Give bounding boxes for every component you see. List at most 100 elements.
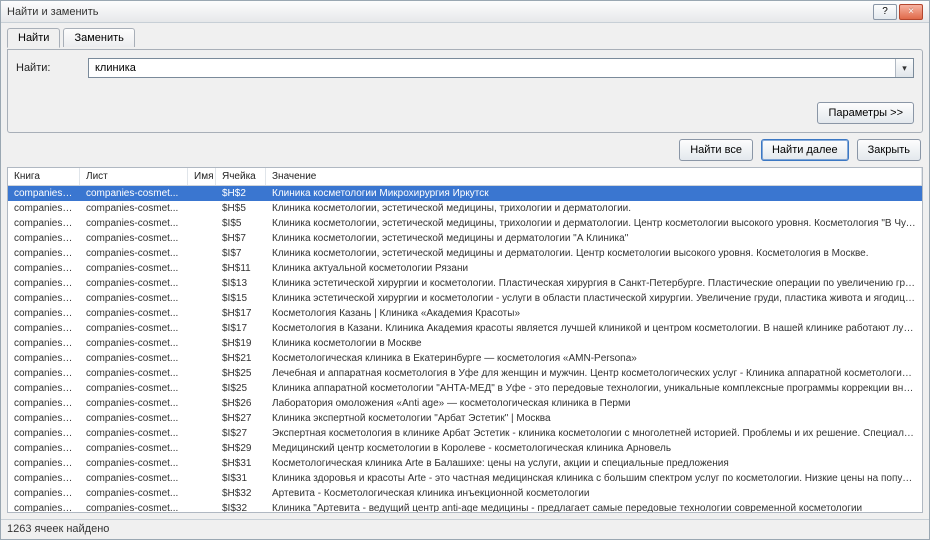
cell-name <box>188 246 216 261</box>
cell-ref: $I$15 <box>216 291 266 306</box>
table-row[interactable]: companies-...companies-cosmet...$I$25Кли… <box>8 381 922 396</box>
cell-sheet: companies-cosmet... <box>80 231 188 246</box>
cell-book: companies-... <box>8 471 80 486</box>
cell-ref: $I$7 <box>216 246 266 261</box>
cell-book: companies-... <box>8 486 80 501</box>
cell-book: companies-... <box>8 441 80 456</box>
cell-book: companies-... <box>8 381 80 396</box>
cell-name <box>188 291 216 306</box>
table-row[interactable]: companies-...companies-cosmet... $H$7Клин… <box>8 231 922 246</box>
col-cell[interactable]: Ячейка <box>216 168 266 185</box>
cell-name <box>188 336 216 351</box>
cell-book: companies-... <box>8 366 80 381</box>
results-body[interactable]: companies-...companies-cosmet...$H$2Клин… <box>8 186 922 512</box>
table-row[interactable]: companies-...companies-cosmet...$H$21Кос… <box>8 351 922 366</box>
cell-value: Клиника эстетической хирургии и косметол… <box>266 276 922 291</box>
search-input[interactable] <box>88 58 914 78</box>
cell-name <box>188 306 216 321</box>
cell-value: Клиника косметологии Микрохирургия Иркут… <box>266 186 922 201</box>
cell-name <box>188 396 216 411</box>
table-row[interactable]: companies-...companies-cosmet...$H$25Леч… <box>8 366 922 381</box>
window-controls: ? × <box>873 4 923 20</box>
table-row[interactable]: companies-...companies-cosmet...$I$17Кос… <box>8 321 922 336</box>
cell-book: companies-... <box>8 426 80 441</box>
cell-book: companies-... <box>8 501 80 512</box>
cell-ref: $H$17 <box>216 306 266 321</box>
cell-name <box>188 426 216 441</box>
cell-value: Косметология Казань | Клиника «Академия … <box>266 306 922 321</box>
find-replace-dialog: Найти и заменить ? × Найти Заменить Найт… <box>0 0 930 540</box>
cell-ref: $H$7 <box>216 231 266 246</box>
cell-sheet: companies-cosmet... <box>80 306 188 321</box>
help-button[interactable]: ? <box>873 4 897 20</box>
cell-sheet: companies-cosmet... <box>80 261 188 276</box>
cell-book: companies-... <box>8 261 80 276</box>
tab-replace[interactable]: Заменить <box>63 28 134 47</box>
chevron-down-icon[interactable]: ▾ <box>895 59 913 77</box>
table-row[interactable]: companies-...companies-cosmet...$H$27Кли… <box>8 411 922 426</box>
cell-ref: $I$5 <box>216 216 266 231</box>
cell-book: companies-... <box>8 306 80 321</box>
col-sheet[interactable]: Лист <box>80 168 188 185</box>
cell-value: Косметологическая клиника Arte в Балаших… <box>266 456 922 471</box>
options-button[interactable]: Параметры >> <box>817 102 914 124</box>
tabs: Найти Заменить <box>7 27 923 49</box>
cell-name <box>188 276 216 291</box>
cell-sheet: companies-cosmet... <box>80 291 188 306</box>
cell-sheet: companies-cosmet... <box>80 351 188 366</box>
table-row[interactable]: companies-...companies-cosmet...$I$31Кли… <box>8 471 922 486</box>
cell-name <box>188 351 216 366</box>
close-button[interactable]: Закрыть <box>857 139 921 161</box>
table-row[interactable]: companies-...companies-cosmet...$H$5Клин… <box>8 201 922 216</box>
cell-ref: $H$27 <box>216 411 266 426</box>
table-row[interactable]: companies-...companies-cosmet...$H$32Арт… <box>8 486 922 501</box>
cell-value: Клиника косметологии, эстетической медиц… <box>266 231 922 246</box>
col-name[interactable]: Имя <box>188 168 216 185</box>
cell-ref: $H$26 <box>216 396 266 411</box>
cell-book: companies-... <box>8 201 80 216</box>
table-row[interactable]: companies-...companies-cosmet...$H$26Лаб… <box>8 396 922 411</box>
table-row[interactable]: companies-...companies-cosmet...$H$31Кос… <box>8 456 922 471</box>
find-next-button[interactable]: Найти далее <box>761 139 849 161</box>
table-row[interactable]: companies-...companies-cosmet...$I$15Кли… <box>8 291 922 306</box>
cell-value: Косметологическая клиника в Екатеринбург… <box>266 351 922 366</box>
cell-name <box>188 381 216 396</box>
cell-value: Клиника актуальной косметологии Рязани <box>266 261 922 276</box>
cell-value: Клиника косметологии, эстетической медиц… <box>266 201 922 216</box>
table-row[interactable]: companies-...companies-cosmet... $H$17Кос… <box>8 306 922 321</box>
cell-value: Клиника экспертной косметологии "Арбат Э… <box>266 411 922 426</box>
cell-ref: $H$21 <box>216 351 266 366</box>
titlebar: Найти и заменить ? × <box>1 1 929 23</box>
cell-ref: $H$19 <box>216 336 266 351</box>
table-row[interactable]: companies-...companies-cosmet...$I$5Клин… <box>8 216 922 231</box>
table-row[interactable]: companies-...companies-cosmet...$I$32Кли… <box>8 501 922 512</box>
table-row[interactable]: companies-...companies-cosmet...$I$13Кли… <box>8 276 922 291</box>
cell-book: companies-... <box>8 231 80 246</box>
col-book[interactable]: Книга <box>8 168 80 185</box>
cell-sheet: companies-cosmet... <box>80 456 188 471</box>
cell-value: Клиника косметологии в Москве <box>266 336 922 351</box>
tab-find[interactable]: Найти <box>7 28 60 48</box>
col-value[interactable]: Значение <box>266 168 922 185</box>
table-row[interactable]: companies-...companies-cosmet...$H$11Кли… <box>8 261 922 276</box>
table-row[interactable]: companies-...companies-cosmet...$H$29Мед… <box>8 441 922 456</box>
window-title: Найти и заменить <box>7 6 873 18</box>
cell-ref: $I$17 <box>216 321 266 336</box>
cell-sheet: companies-cosmet... <box>80 501 188 512</box>
cell-ref: $I$13 <box>216 276 266 291</box>
table-row[interactable]: companies-...companies-cosmet...$H$19Кли… <box>8 336 922 351</box>
action-buttons: Найти все Найти далее Закрыть <box>7 133 923 167</box>
cell-book: companies-... <box>8 216 80 231</box>
find-all-button[interactable]: Найти все <box>679 139 753 161</box>
cell-ref: $H$31 <box>216 456 266 471</box>
search-combobox[interactable]: ▾ <box>88 58 914 78</box>
cell-sheet: companies-cosmet... <box>80 216 188 231</box>
cell-value: Клиника косметологии, эстетической медиц… <box>266 246 922 261</box>
cell-name <box>188 486 216 501</box>
close-window-button[interactable]: × <box>899 4 923 20</box>
cell-name <box>188 471 216 486</box>
table-row[interactable]: companies-...companies-cosmet...$H$2Клин… <box>8 186 922 201</box>
table-row[interactable]: companies-...companies-cosmet...$I$27Экс… <box>8 426 922 441</box>
cell-sheet: companies-cosmet... <box>80 321 188 336</box>
table-row[interactable]: companies-...companies-cosmet...$I$7Клин… <box>8 246 922 261</box>
